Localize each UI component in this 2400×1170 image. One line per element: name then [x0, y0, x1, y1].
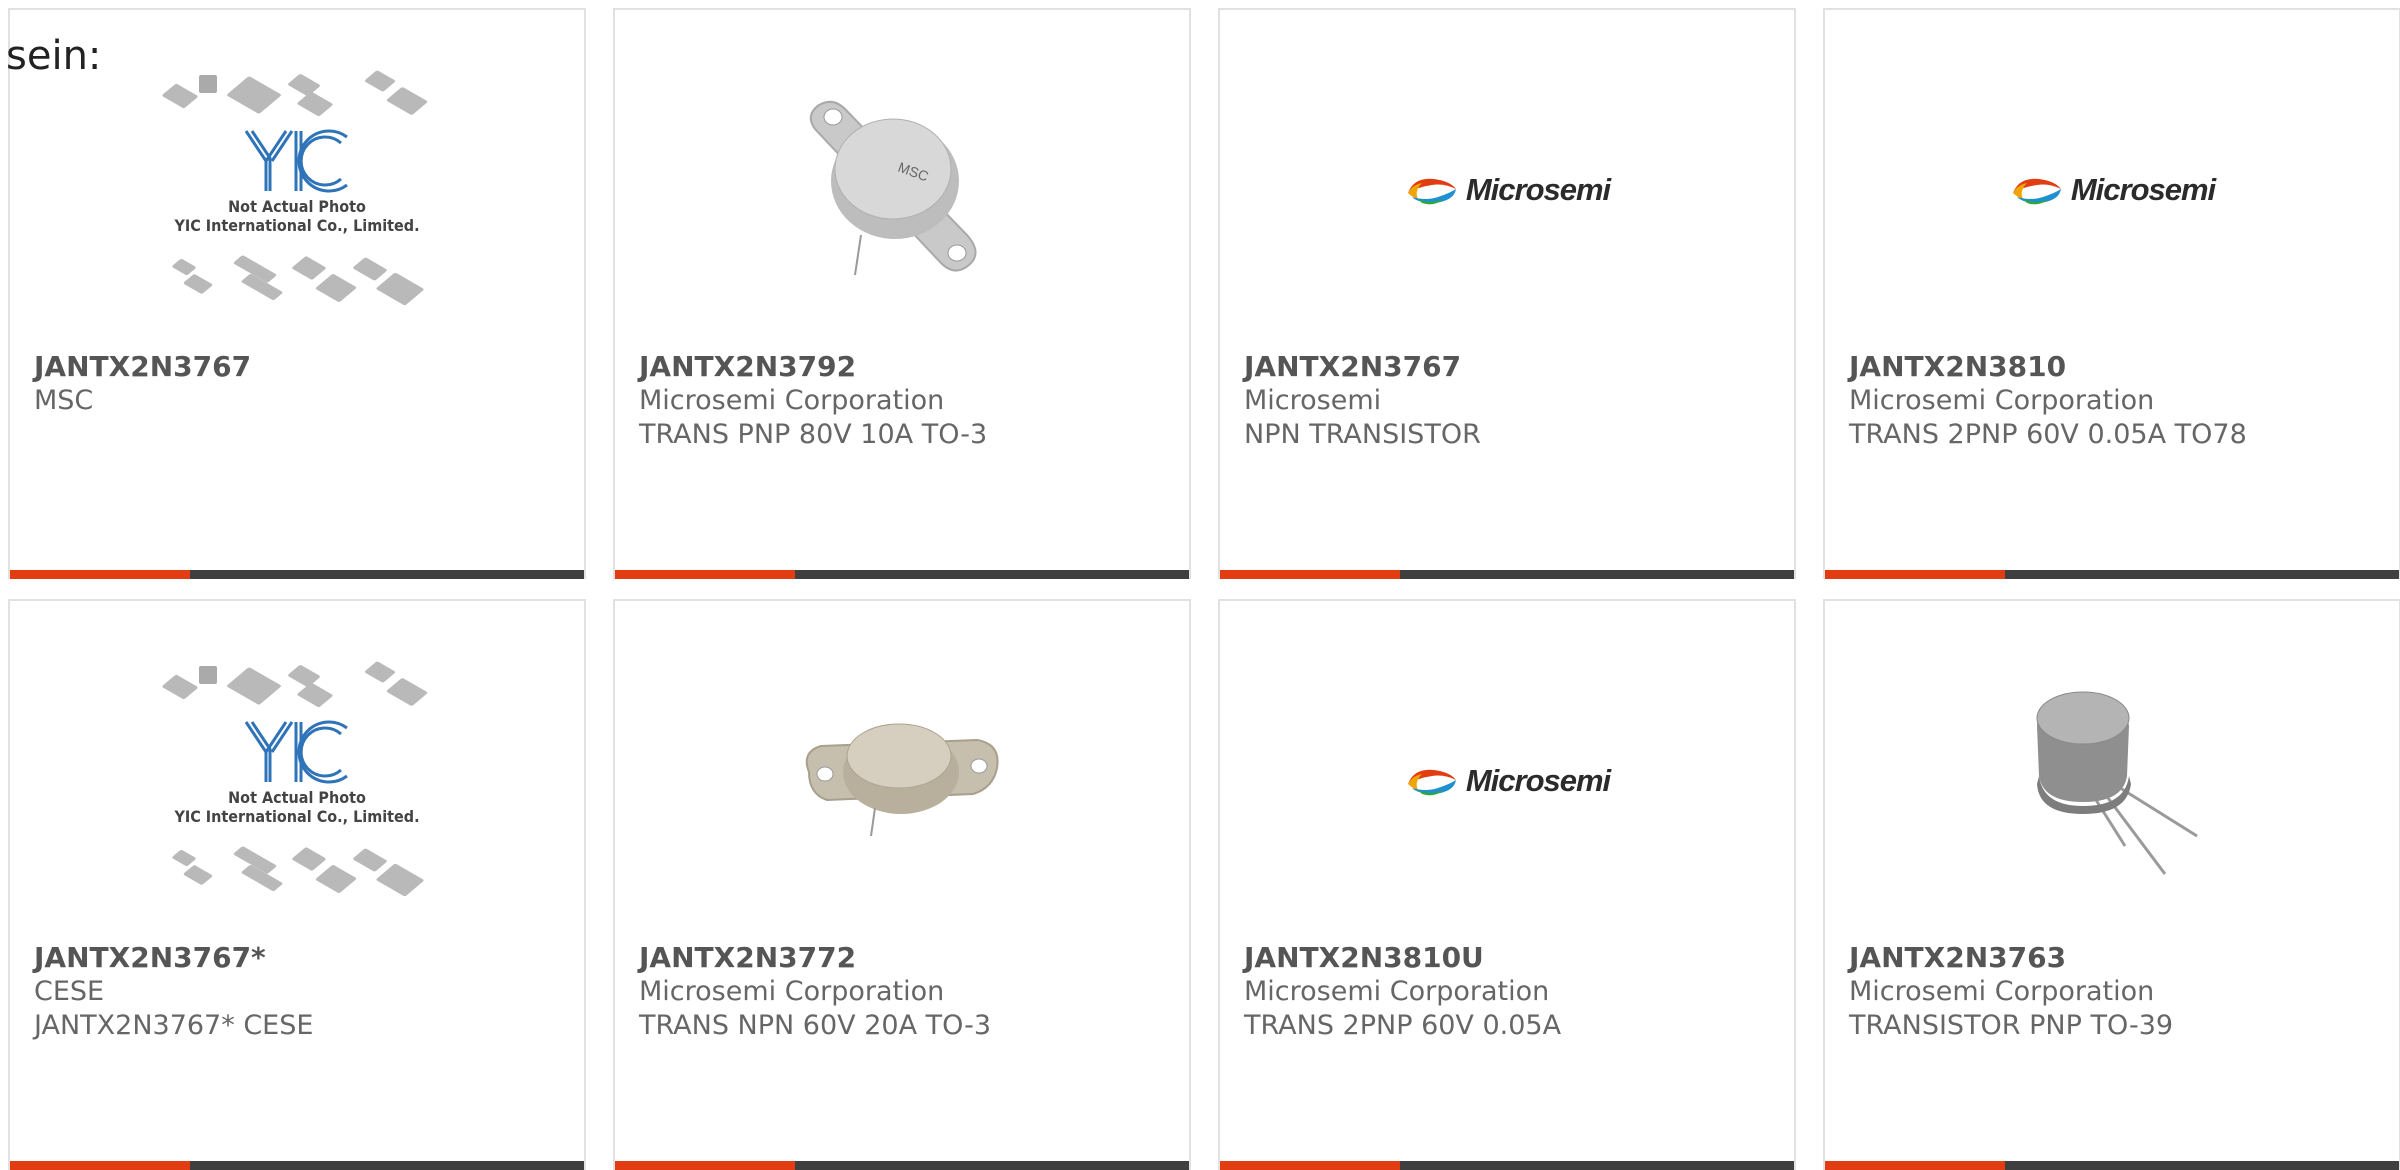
product-card[interactable]: Not Actual Photo YIC International Co., … — [8, 8, 586, 579]
part-number[interactable]: JANTX2N3772 — [639, 941, 1169, 975]
manufacturer: Microsemi — [1244, 385, 1382, 416]
card-accent-bar — [10, 570, 584, 579]
card-accent-bar — [615, 1161, 1189, 1170]
part-number[interactable]: JANTX2N3767* — [34, 941, 564, 975]
product-info: JANTX2N3767 Microsemi NPN TRANSISTOR — [1244, 350, 1774, 452]
description: TRANS PNP 80V 10A TO-3 — [639, 419, 988, 450]
yic-placeholder-image: Not Actual Photo YIC International Co., … — [157, 656, 437, 906]
product-image: Not Actual Photo YIC International Co., … — [10, 40, 584, 340]
product-info: JANTX2N3763 Microsemi Corporation TRANSI… — [1849, 941, 2379, 1043]
card-accent-bar — [1220, 570, 1794, 579]
description: TRANS 2PNP 60V 0.05A — [1244, 1010, 1562, 1041]
product-card[interactable]: MSC JANTX2N3792 Microsemi Corporation TR… — [613, 8, 1191, 579]
description: JANTX2N3767* CESE — [34, 1010, 314, 1041]
description: TRANS 2PNP 60V 0.05A TO78 — [1849, 419, 2247, 450]
description: TRANSISTOR PNP TO-39 — [1849, 1010, 2174, 1041]
part-number[interactable]: JANTX2N3810U — [1244, 941, 1774, 975]
product-image: Microsemi — [1220, 40, 1794, 340]
card-accent-bar — [10, 1161, 584, 1170]
product-image: Microsemi — [1825, 40, 2399, 340]
manufacturer: Microsemi Corporation — [1244, 976, 1550, 1007]
microsemi-logo: Microsemi — [1404, 172, 1611, 208]
product-card[interactable]: JANTX2N3763 Microsemi Corporation TRANSI… — [1823, 599, 2400, 1170]
product-card[interactable]: Not Actual Photo YIC International Co., … — [8, 599, 586, 1170]
description: TRANS NPN 60V 20A TO-3 — [639, 1010, 992, 1041]
intro-text: sein: — [6, 33, 102, 79]
product-info: JANTX2N3772 Microsemi Corporation TRANS … — [639, 941, 1169, 1043]
manufacturer: CESE — [34, 976, 105, 1007]
manufacturer: Microsemi Corporation — [1849, 976, 2155, 1007]
placeholder-caption: Not Actual Photo YIC International Co., … — [174, 788, 420, 826]
yic-placeholder-image: Not Actual Photo YIC International Co., … — [157, 65, 437, 315]
microsemi-swirl-icon — [1407, 769, 1456, 796]
product-image — [615, 631, 1189, 931]
part-number[interactable]: JANTX2N3810 — [1849, 350, 2379, 384]
product-image: Microsemi — [1220, 631, 1794, 931]
yic-logo-icon — [244, 720, 348, 784]
part-number[interactable]: JANTX2N3767 — [34, 350, 564, 384]
manufacturer: Microsemi Corporation — [639, 385, 945, 416]
card-accent-bar — [1220, 1161, 1794, 1170]
product-info: JANTX2N3767* CESE JANTX2N3767* CESE — [34, 941, 564, 1043]
part-number[interactable]: JANTX2N3763 — [1849, 941, 2379, 975]
microsemi-swirl-icon — [1407, 178, 1456, 205]
description: NPN TRANSISTOR — [1244, 419, 1481, 450]
microsemi-swirl-icon — [2012, 178, 2061, 205]
product-image — [1825, 631, 2399, 931]
card-accent-bar — [1825, 570, 2399, 579]
manufacturer: Microsemi Corporation — [639, 976, 945, 1007]
microsemi-logo: Microsemi — [2009, 172, 2216, 208]
microsemi-logo: Microsemi — [1404, 763, 1611, 799]
product-info: JANTX2N3792 Microsemi Corporation TRANS … — [639, 350, 1169, 452]
product-card[interactable]: Microsemi JANTX2N3810 Microsemi Corporat… — [1823, 8, 2400, 579]
product-card[interactable]: Microsemi JANTX2N3810U Microsemi Corpora… — [1218, 599, 1796, 1170]
part-number[interactable]: JANTX2N3792 — [639, 350, 1169, 384]
product-info: JANTX2N3810U Microsemi Corporation TRANS… — [1244, 941, 1774, 1043]
yic-logo-icon — [244, 129, 348, 193]
product-card[interactable]: JANTX2N3772 Microsemi Corporation TRANS … — [613, 599, 1191, 1170]
card-accent-bar — [1825, 1161, 2399, 1170]
product-grid: Not Actual Photo YIC International Co., … — [8, 8, 2400, 1170]
product-info: JANTX2N3767 MSC — [34, 350, 564, 418]
product-image: Not Actual Photo YIC International Co., … — [10, 631, 584, 931]
manufacturer: Microsemi Corporation — [1849, 385, 2155, 416]
placeholder-caption: Not Actual Photo YIC International Co., … — [174, 197, 420, 235]
part-number[interactable]: JANTX2N3767 — [1244, 350, 1774, 384]
to3-transistor-image: MSC — [809, 100, 977, 276]
product-info: JANTX2N3810 Microsemi Corporation TRANS … — [1849, 350, 2379, 452]
card-accent-bar — [615, 570, 1189, 579]
manufacturer: MSC — [34, 385, 94, 416]
product-image: MSC — [615, 40, 1189, 340]
product-card[interactable]: Microsemi JANTX2N3767 Microsemi NPN TRAN… — [1218, 8, 1796, 579]
to39-transistor-image — [2036, 691, 2198, 875]
to3-transistor-image — [805, 723, 999, 837]
